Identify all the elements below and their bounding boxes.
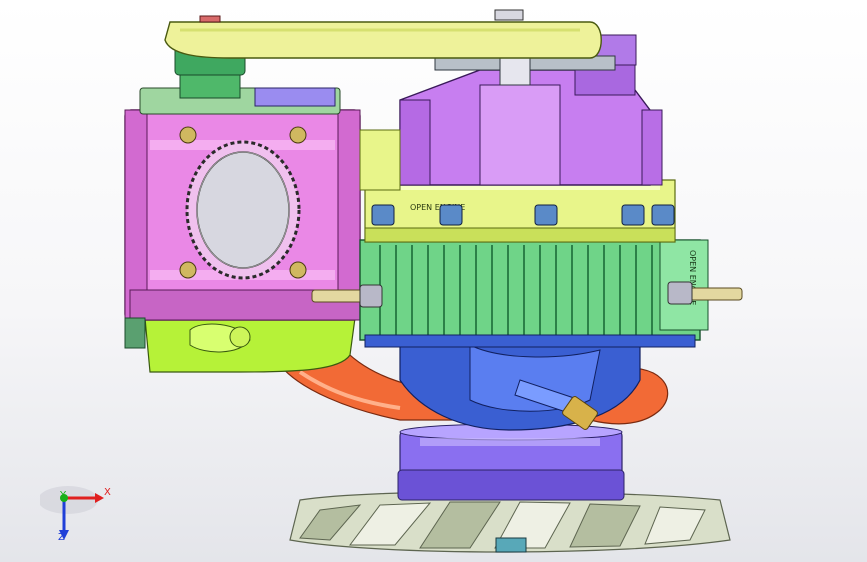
- z-axis-label: Z: [58, 532, 65, 543]
- base-flange[interactable]: [397, 423, 625, 501]
- fan-impeller[interactable]: [289, 491, 731, 553]
- drain-fitting[interactable]: [124, 317, 146, 349]
- left-housing[interactable]: [124, 109, 361, 321]
- cylinder-head-ring[interactable]: OPEN ENGINE: [364, 179, 676, 243]
- drive-belt[interactable]: [164, 9, 602, 59]
- y-axis-label: Y: [60, 490, 67, 501]
- cylinder-block[interactable]: OPEN ENGINE: [359, 239, 709, 348]
- oil-sump[interactable]: [144, 317, 356, 373]
- engine-assembly-model[interactable]: OPEN ENGINE OPEN ENGINE: [0, 0, 867, 562]
- cad-viewport[interactable]: OPEN ENGINE OPEN ENGINE X Y Z: [0, 0, 867, 562]
- x-axis-label: X: [104, 487, 111, 498]
